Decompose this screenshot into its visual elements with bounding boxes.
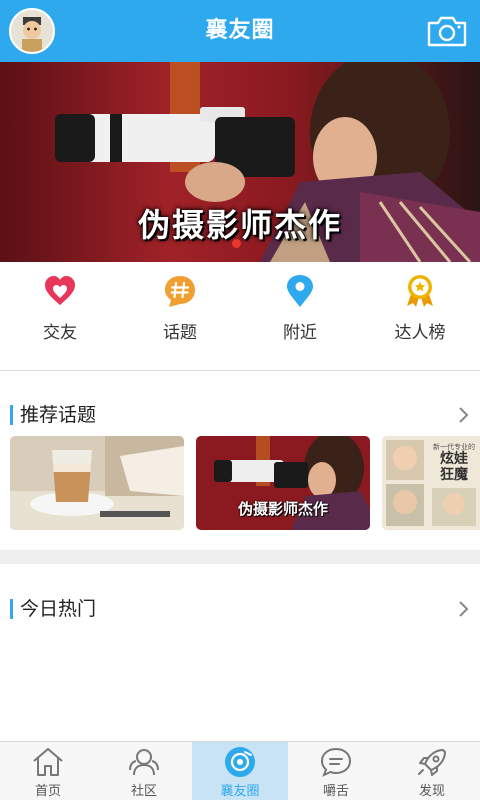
- topic-card-coffee[interactable]: [10, 436, 184, 530]
- quick-nav-nearby[interactable]: 附近: [240, 262, 360, 370]
- recommended-topics-list: 伪摄影师杰作 新一代专业的 炫娃 狂魔: [0, 436, 480, 530]
- tab-label: 发现: [418, 784, 445, 799]
- bottom-tab-bar: 首页 社区 襄友圈 嚼舌 发现: [0, 741, 480, 800]
- today-hot-header[interactable]: 今日热门: [0, 589, 480, 629]
- topic-card-baby[interactable]: 新一代专业的 炫娃 狂魔: [382, 436, 480, 530]
- camera-icon: [427, 16, 467, 47]
- quick-nav-label: 达人榜: [394, 323, 446, 343]
- quick-nav-label: 交友: [43, 323, 77, 343]
- banner-carousel[interactable]: 伪摄影师杰作: [0, 62, 480, 262]
- tab-label: 社区: [130, 784, 157, 799]
- tab-community[interactable]: 社区: [96, 742, 192, 800]
- quick-nav-label: 附近: [283, 323, 317, 343]
- tab-discover[interactable]: 发现: [384, 742, 480, 800]
- quick-nav-friends[interactable]: 交友: [0, 262, 120, 370]
- top-bar: 襄友圈: [0, 0, 480, 62]
- tab-label: 首页: [34, 784, 61, 799]
- banner-caption: 伪摄影师杰作: [137, 206, 342, 244]
- community-icon: [127, 746, 161, 778]
- topic-caption-top: 炫娃: [440, 451, 468, 467]
- quick-nav: 交友 话题 附近 达人榜: [0, 262, 480, 370]
- coffee-latte-image: [10, 436, 184, 530]
- home-icon: [31, 746, 65, 778]
- tab-label: 襄友圈: [220, 784, 260, 799]
- hashtag-icon: [163, 274, 197, 308]
- recommended-topics-header[interactable]: 推荐话题: [0, 395, 480, 435]
- quick-nav-topics[interactable]: 话题: [120, 262, 240, 370]
- topic-card-photographer[interactable]: 伪摄影师杰作: [196, 436, 370, 530]
- chat-bubble-icon: [319, 746, 353, 778]
- camera-button[interactable]: [426, 14, 468, 48]
- medal-icon: [403, 274, 437, 308]
- section-separator: [0, 550, 480, 564]
- topic-caption: 伪摄影师杰作: [237, 500, 328, 518]
- tab-label: 嚼舌: [322, 784, 349, 799]
- tab-friend-circle[interactable]: 襄友圈: [192, 742, 288, 800]
- section-title: 推荐话题: [20, 404, 97, 426]
- tab-home[interactable]: 首页: [0, 742, 96, 800]
- friend-circle-icon: [223, 746, 257, 778]
- section-accent-bar: [10, 405, 13, 425]
- chevron-right-icon: [456, 406, 470, 424]
- divider: [0, 370, 480, 371]
- chevron-right-icon: [456, 600, 470, 618]
- carousel-indicator-dot: [232, 239, 241, 248]
- quick-nav-label: 话题: [163, 323, 197, 343]
- heart-icon: [43, 274, 77, 308]
- topic-caption-bottom: 狂魔: [440, 467, 468, 483]
- tab-chat[interactable]: 嚼舌: [288, 742, 384, 800]
- quick-nav-rankings[interactable]: 达人榜: [360, 262, 480, 370]
- section-title: 今日热门: [20, 598, 97, 620]
- location-pin-icon: [283, 274, 317, 308]
- page-title: 襄友圈: [205, 18, 275, 43]
- section-accent-bar: [10, 599, 13, 619]
- rocket-icon: [415, 746, 449, 778]
- app-screen: 襄友圈 伪摄影师杰作 交友 话题 附近 达人榜 推荐话题 伪摄影师杰作 新一代专…: [0, 0, 480, 800]
